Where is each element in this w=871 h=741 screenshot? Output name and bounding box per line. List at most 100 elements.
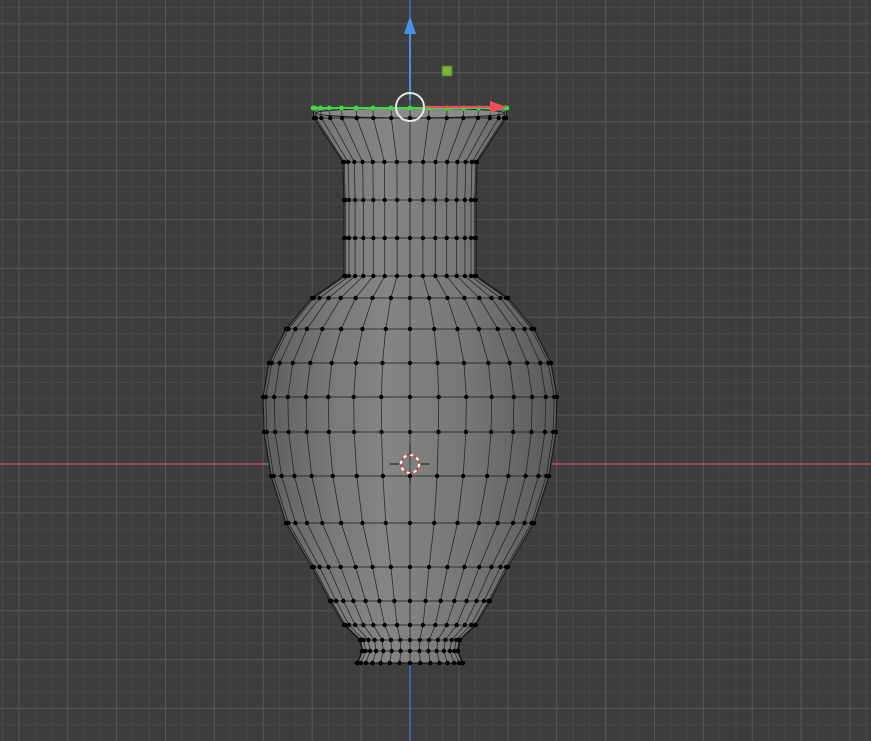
vertex[interactable] (383, 326, 388, 332)
vertex[interactable] (370, 295, 375, 301)
vertex[interactable] (530, 394, 535, 400)
vertex[interactable] (272, 394, 277, 400)
vertex[interactable] (456, 660, 462, 666)
vertex[interactable] (367, 648, 373, 654)
vertex[interactable] (360, 326, 365, 332)
vertex[interactable] (338, 295, 343, 301)
vertex[interactable] (309, 564, 315, 570)
vertex[interactable] (285, 394, 290, 400)
vertex[interactable] (433, 159, 438, 165)
vertex[interactable] (474, 598, 479, 604)
vertex[interactable] (304, 520, 310, 526)
vertex[interactable] (477, 564, 482, 570)
vertex[interactable] (382, 622, 387, 628)
vertex[interactable] (407, 429, 413, 435)
vertex[interactable] (309, 473, 314, 479)
vertex[interactable] (542, 429, 548, 435)
vertex[interactable] (485, 473, 490, 479)
vertex[interactable] (454, 197, 459, 203)
vertex[interactable] (420, 622, 426, 628)
vertex[interactable] (341, 235, 347, 241)
vertex[interactable] (320, 520, 325, 526)
vertex[interactable] (503, 295, 509, 301)
vertex[interactable] (388, 637, 394, 643)
vertex[interactable] (481, 598, 487, 604)
vertex[interactable] (445, 660, 450, 666)
vertex[interactable] (304, 326, 310, 332)
vertex[interactable] (417, 648, 422, 654)
vertex[interactable] (361, 235, 366, 241)
vertex[interactable] (407, 564, 413, 570)
vertex[interactable] (529, 520, 534, 526)
vertex[interactable] (455, 520, 460, 526)
vertex[interactable] (363, 660, 369, 666)
vertex[interactable] (319, 115, 324, 121)
vertex[interactable] (435, 360, 440, 366)
vertex[interactable] (454, 637, 459, 643)
vertex[interactable] (407, 622, 413, 628)
vertex[interactable] (351, 429, 357, 435)
vertex[interactable] (461, 360, 467, 366)
vertex[interactable] (511, 394, 517, 400)
vertex[interactable] (420, 159, 426, 165)
selected-vertex[interactable] (339, 105, 344, 111)
vertex[interactable] (304, 429, 309, 435)
vertex[interactable] (293, 326, 298, 332)
vertex[interactable] (370, 564, 375, 570)
vertex[interactable] (303, 394, 309, 400)
vertex[interactable] (543, 394, 548, 400)
vertex[interactable] (432, 326, 437, 332)
vertex[interactable] (338, 520, 344, 526)
vertex[interactable] (352, 273, 358, 279)
vertex[interactable] (463, 159, 468, 165)
vertex[interactable] (529, 326, 534, 332)
vertex[interactable] (445, 564, 450, 570)
vertex[interactable] (536, 473, 541, 479)
selected-vertex[interactable] (407, 105, 413, 111)
vertex[interactable] (462, 295, 467, 301)
vertex[interactable] (462, 564, 467, 570)
vertex[interactable] (338, 564, 343, 570)
vertex[interactable] (426, 295, 432, 301)
vertex[interactable] (488, 429, 494, 435)
vertex[interactable] (333, 598, 339, 604)
vertex[interactable] (388, 564, 394, 570)
vertex[interactable] (382, 197, 387, 203)
vertex[interactable] (407, 360, 413, 366)
vertex[interactable] (426, 564, 432, 570)
vertex[interactable] (454, 273, 459, 279)
vertex[interactable] (407, 115, 413, 121)
vertex[interactable] (444, 622, 449, 628)
vertex[interactable] (407, 326, 413, 332)
vertex[interactable] (341, 273, 347, 279)
vertex[interactable] (345, 159, 351, 165)
vertex[interactable] (354, 660, 360, 666)
vertex[interactable] (351, 598, 356, 604)
3d-viewport[interactable] (0, 0, 871, 741)
vertex[interactable] (551, 429, 556, 435)
vertex[interactable] (381, 648, 386, 654)
vertex[interactable] (510, 520, 516, 526)
vertex[interactable] (380, 473, 386, 479)
vertex[interactable] (387, 660, 392, 666)
vertex[interactable] (382, 273, 387, 279)
vertex[interactable] (454, 235, 459, 241)
vertex[interactable] (407, 660, 413, 666)
vertex[interactable] (329, 360, 334, 366)
vertex[interactable] (380, 637, 385, 643)
vertex[interactable] (461, 473, 466, 479)
vertex[interactable] (469, 159, 475, 165)
vertex[interactable] (454, 622, 459, 628)
vertex[interactable] (394, 235, 400, 241)
vertex[interactable] (449, 637, 454, 643)
vertex[interactable] (371, 235, 376, 241)
vertex[interactable] (434, 648, 439, 654)
vertex[interactable] (328, 115, 333, 121)
vertex[interactable] (352, 622, 358, 628)
vertex[interactable] (529, 429, 534, 435)
vertex[interactable] (394, 197, 400, 203)
vertex[interactable] (546, 360, 551, 366)
vertex[interactable] (523, 473, 528, 479)
vertex[interactable] (360, 159, 365, 165)
vertex[interactable] (407, 394, 413, 400)
